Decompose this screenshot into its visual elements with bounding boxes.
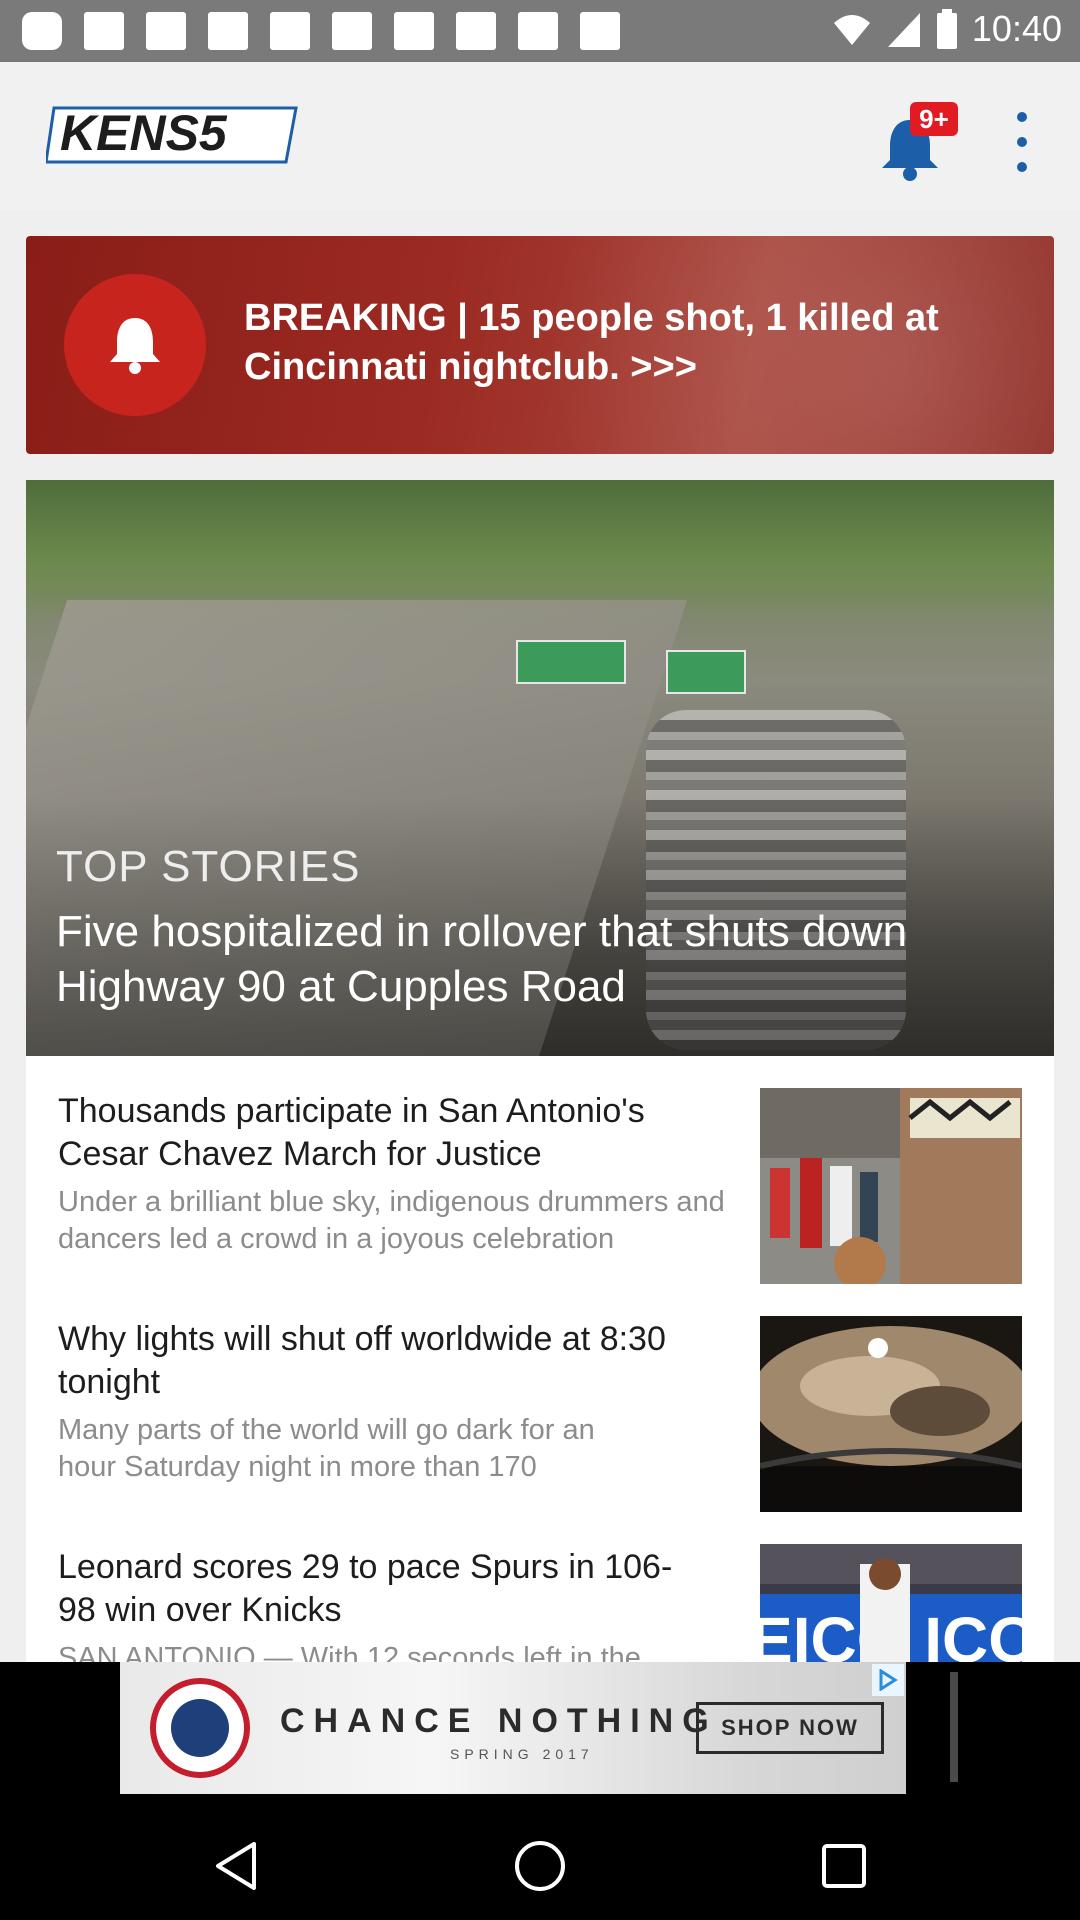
notification-icon bbox=[332, 12, 372, 50]
breaking-news-banner[interactable]: BREAKING | 15 people shot, 1 killed at C… bbox=[26, 236, 1054, 454]
recents-button[interactable] bbox=[814, 1836, 874, 1896]
ad-container: CHANCE NOTHING SPRING 2017 SHOP NOW bbox=[0, 1662, 1080, 1812]
notification-badge: 9+ bbox=[910, 102, 958, 136]
breaking-headline: BREAKING | 15 people shot, 1 killed at C… bbox=[244, 297, 939, 388]
back-icon bbox=[216, 1842, 256, 1890]
highway-sign bbox=[666, 650, 746, 694]
story-list: Thousands participate in San Antonio's C… bbox=[26, 1056, 1054, 1662]
signal-icon bbox=[887, 13, 920, 47]
list-item[interactable]: Why lights will shut off worldwide at 8:… bbox=[26, 1284, 1054, 1512]
story-thumbnail bbox=[760, 1088, 1022, 1284]
adchoices-icon[interactable] bbox=[872, 1664, 904, 1696]
messages-icon bbox=[22, 12, 62, 50]
dot-icon bbox=[1017, 137, 1027, 147]
highway-sign bbox=[516, 640, 626, 684]
list-item[interactable]: Thousands participate in San Antonio's C… bbox=[26, 1056, 1054, 1284]
home-icon bbox=[515, 1841, 565, 1891]
microscope-icon bbox=[146, 12, 186, 50]
story-title: Why lights will shut off worldwide at 8:… bbox=[58, 1320, 666, 1401]
home-button[interactable] bbox=[510, 1836, 570, 1896]
section-label: TOP STORIES bbox=[56, 842, 361, 891]
system-nav-bar bbox=[0, 1812, 1080, 1920]
notification-icon bbox=[580, 12, 620, 50]
kens5-logo[interactable]: KENS5 bbox=[44, 100, 302, 170]
story-summary: Under a brilliant blue sky, indigenous d… bbox=[58, 1186, 725, 1255]
notification-icon bbox=[518, 12, 558, 50]
ad-headline: CHANCE NOTHING bbox=[280, 1702, 718, 1740]
content-feed[interactable]: BREAKING | 15 people shot, 1 killed at C… bbox=[0, 210, 1080, 1662]
hero-image bbox=[26, 480, 1054, 620]
wifi-icon bbox=[833, 15, 870, 45]
battery-icon bbox=[936, 9, 957, 49]
shop-now-button[interactable]: SHOP NOW bbox=[696, 1702, 884, 1754]
story-summary: SAN ANTONIO — With 12 seconds left in th… bbox=[58, 1642, 641, 1662]
notification-icon bbox=[208, 12, 248, 50]
story-title: Leonard scores 29 to pace Spurs in 106-9… bbox=[58, 1548, 673, 1629]
facebook-icon bbox=[84, 12, 124, 50]
status-bar: 10:40 bbox=[0, 0, 1080, 62]
notification-icons bbox=[22, 12, 620, 50]
story-title: Thousands participate in San Antonio's C… bbox=[58, 1092, 645, 1173]
top-story-card[interactable]: TOP STORIES Five hospitalized in rollove… bbox=[26, 480, 1054, 1056]
notification-icon bbox=[394, 12, 434, 50]
recents-icon bbox=[822, 1844, 866, 1888]
logo-text: KENS5 bbox=[60, 105, 228, 161]
dot-icon bbox=[1017, 112, 1027, 122]
dot-icon bbox=[1017, 162, 1027, 172]
alert-badge bbox=[64, 274, 206, 416]
notifications-button[interactable]: 9+ bbox=[880, 102, 960, 182]
overflow-menu-button[interactable] bbox=[1010, 112, 1034, 172]
list-item[interactable]: Leonard scores 29 to pace Spurs in 106-9… bbox=[26, 1512, 1054, 1662]
story-thumbnail bbox=[760, 1316, 1022, 1512]
top-story-headline: Five hospitalized in rollover that shuts… bbox=[56, 907, 908, 1011]
notification-icon bbox=[456, 12, 496, 50]
ad-subline: SPRING 2017 bbox=[450, 1746, 594, 1762]
story-thumbnail: EICO ICO bbox=[760, 1544, 1022, 1662]
canada-goose-logo bbox=[150, 1678, 250, 1778]
app-bar: KENS5 9+ bbox=[0, 62, 1080, 210]
notification-icon bbox=[270, 12, 310, 50]
clock: 10:40 bbox=[971, 8, 1062, 49]
story-summary: Many parts of the world will go dark for… bbox=[58, 1414, 595, 1483]
back-button[interactable] bbox=[206, 1836, 266, 1896]
bell-icon bbox=[110, 318, 160, 374]
ad-banner[interactable]: CHANCE NOTHING SPRING 2017 SHOP NOW bbox=[120, 1662, 906, 1794]
